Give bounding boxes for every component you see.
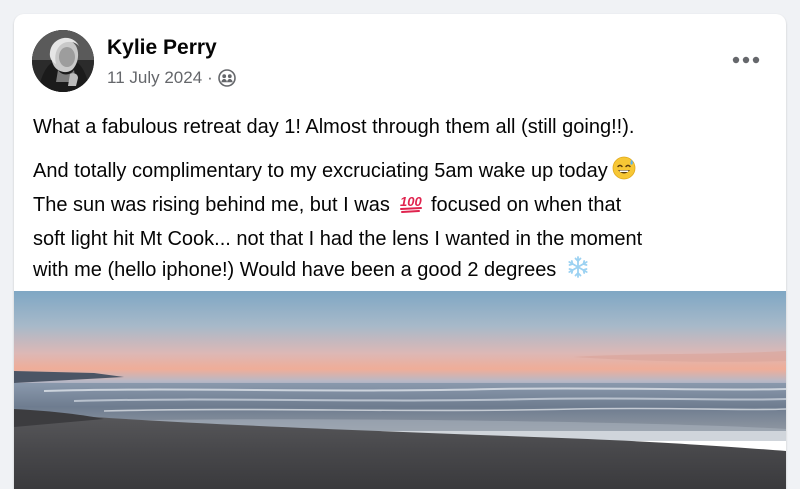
- post-paragraph-1: What a fabulous retreat day 1! Almost th…: [33, 116, 635, 138]
- avatar[interactable]: [32, 30, 94, 92]
- sweat-smile-emoji: [612, 156, 636, 190]
- avatar-image: [32, 30, 94, 92]
- meta-separator: ·: [207, 68, 213, 87]
- hundred-points-emoji: 100: [399, 190, 425, 224]
- hundred-label: 100: [400, 194, 422, 209]
- more-options-button[interactable]: [726, 48, 766, 72]
- friends-icon[interactable]: [218, 69, 236, 87]
- post-line-3b: focused on when that: [430, 194, 622, 216]
- post-meta: 11 July 2024 ·: [107, 68, 236, 88]
- post-line-4: soft light hit Mt Cook... not that I had…: [33, 228, 643, 250]
- post-line-3a: The sun was rising behind me, but I was: [33, 194, 390, 216]
- sunrise-beach-photo[interactable]: [14, 291, 786, 489]
- post-card: Kylie Perry 11 July 2024 · What a fabulo…: [14, 14, 786, 489]
- post-header: Kylie Perry 11 July 2024 ·: [14, 14, 786, 104]
- post-paragraph-2: And totally complimentary to my excrucia…: [33, 156, 773, 289]
- post-line-2: And totally complimentary to my excrucia…: [33, 160, 608, 182]
- author-name[interactable]: Kylie Perry: [107, 36, 217, 60]
- snowflake-emoji: [566, 255, 590, 289]
- more-options-icon: [732, 56, 760, 64]
- post-text: What a fabulous retreat day 1! Almost th…: [33, 112, 773, 289]
- post-date[interactable]: 11 July 2024: [107, 68, 202, 88]
- post-line-5: with me (hello iphone!) Would have been …: [33, 259, 557, 281]
